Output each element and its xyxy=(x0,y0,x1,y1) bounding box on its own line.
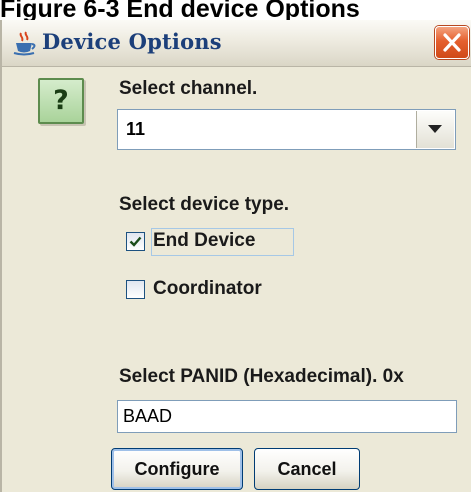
coordinator-label: Coordinator xyxy=(153,278,262,299)
chevron-down-icon xyxy=(428,125,442,133)
end-device-label: End Device xyxy=(153,230,256,251)
device-options-dialog: Device Options ? Select channel. 11 Sele… xyxy=(0,20,471,492)
device-type-label: Select device type. xyxy=(119,194,290,215)
close-button[interactable] xyxy=(435,26,469,59)
java-cup-icon xyxy=(13,31,36,56)
end-device-checkbox-row[interactable]: End Device xyxy=(122,228,302,256)
window-title: Device Options xyxy=(42,29,222,54)
channel-select[interactable]: 11 xyxy=(117,109,456,150)
question-mark-icon: ? xyxy=(38,78,84,124)
cancel-button[interactable]: Cancel xyxy=(254,448,360,490)
panid-input[interactable]: BAAD xyxy=(117,400,457,433)
configure-button[interactable]: Configure xyxy=(111,448,243,490)
channel-dropdown-button[interactable] xyxy=(416,111,454,148)
close-icon xyxy=(443,33,461,52)
coordinator-checkbox[interactable] xyxy=(126,280,145,299)
panid-label: Select PANID (Hexadecimal). 0x xyxy=(119,366,404,387)
channel-select-value: 11 xyxy=(126,119,146,139)
end-device-checkbox[interactable] xyxy=(126,232,145,251)
channel-label: Select channel. xyxy=(119,78,258,99)
checkmark-icon xyxy=(129,236,142,247)
title-bar[interactable]: Device Options xyxy=(2,20,471,67)
coordinator-checkbox-row[interactable]: Coordinator xyxy=(122,276,302,304)
